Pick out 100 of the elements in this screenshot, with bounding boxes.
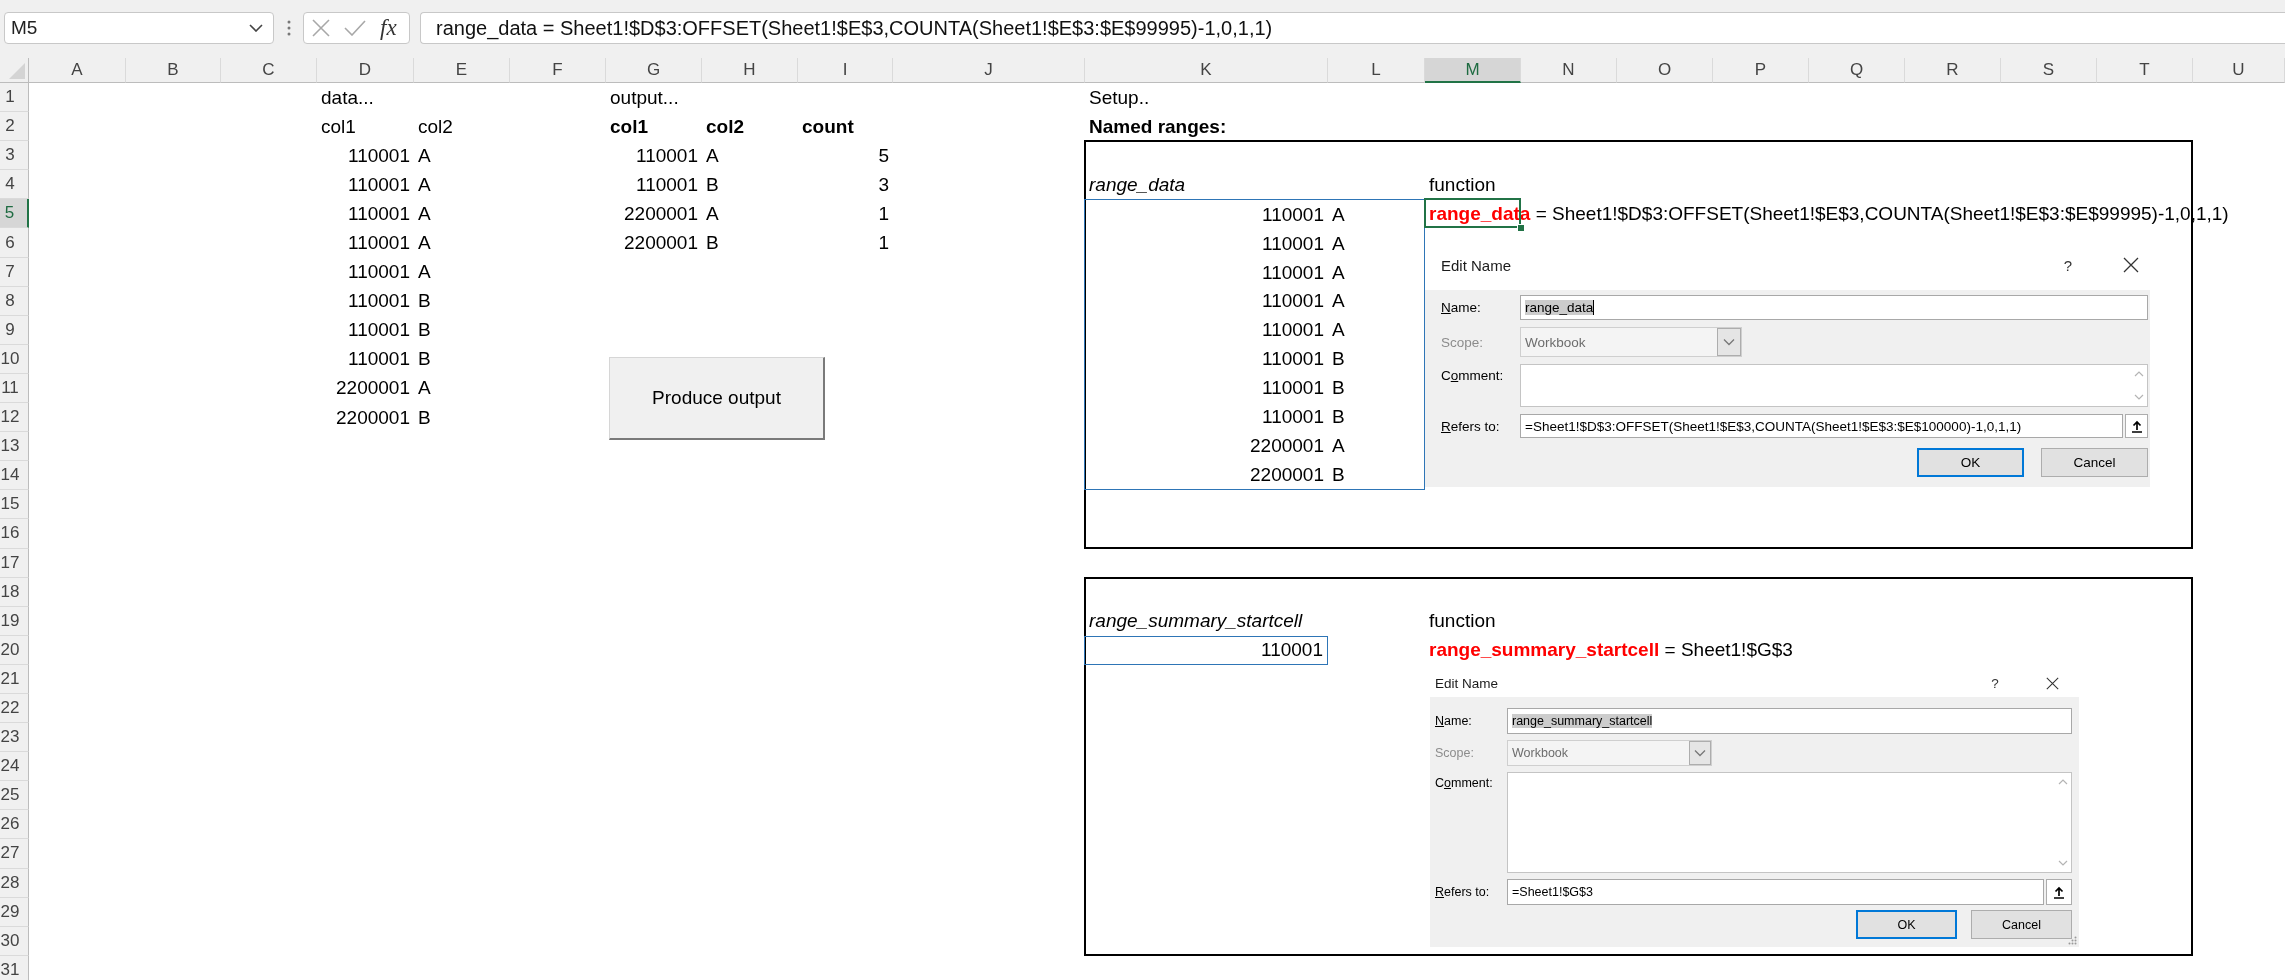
column-header[interactable]: H	[702, 58, 798, 83]
row-header[interactable]: 21	[0, 664, 29, 694]
text-area-field[interactable]	[1507, 772, 2072, 873]
table-cell-text: B	[1331, 463, 1346, 486]
row-header[interactable]: 18	[0, 577, 29, 607]
row-header[interactable]: 16	[0, 519, 29, 549]
section-title: Setup..	[1088, 86, 1151, 109]
column-header[interactable]: A	[29, 58, 126, 83]
row-header[interactable]: 12	[0, 403, 29, 433]
row-header[interactable]: 24	[0, 752, 29, 782]
row-header[interactable]: 13	[0, 432, 29, 462]
row-header[interactable]: 3	[0, 141, 29, 171]
collapse-button[interactable]	[2125, 414, 2148, 438]
row-header[interactable]: 30	[0, 926, 29, 956]
row-header[interactable]: 14	[0, 461, 29, 491]
chevron-up-icon[interactable]	[2058, 779, 2068, 785]
help-button[interactable]: ?	[2056, 256, 2080, 274]
row-header[interactable]: 29	[0, 897, 29, 927]
column-header[interactable]: P	[1713, 58, 1809, 83]
row-header[interactable]: 7	[0, 257, 29, 287]
column-header[interactable]: Q	[1809, 58, 1905, 83]
table-cell-text: 110001	[1261, 290, 1325, 313]
row-header[interactable]: 19	[0, 606, 29, 636]
column-header[interactable]: U	[2193, 58, 2285, 83]
column-header[interactable]: L	[1328, 58, 1425, 83]
fx-button[interactable]: fx	[378, 15, 399, 41]
row-header[interactable]: 15	[0, 490, 29, 520]
row-header[interactable]: 22	[0, 693, 29, 724]
row-header[interactable]: 11	[0, 373, 29, 404]
column-header[interactable]: B	[126, 58, 221, 83]
dialog-button[interactable]: Cancel	[1971, 910, 2072, 939]
text-area-field[interactable]	[1520, 364, 2148, 407]
table-cell-text: A	[1331, 232, 1346, 255]
table-cell-text: 2200001	[1249, 463, 1325, 486]
chevron-down-icon[interactable]	[2058, 860, 2068, 866]
row-header[interactable]: 20	[0, 635, 29, 665]
table-cell-text: 110001	[347, 290, 411, 313]
chevron-up-icon[interactable]	[2134, 371, 2144, 377]
text-field[interactable]: range_summary_startcell	[1507, 708, 2072, 734]
row-header[interactable]: 9	[0, 315, 29, 345]
formula-field[interactable]: range_data = Sheet1!$D$3:OFFSET(Sheet1!$E$3,COUNTA(Sheet1!$E$3:$E$99995)-1,0,1,1)	[420, 12, 2285, 44]
chevron-down-icon[interactable]	[2134, 394, 2144, 400]
range-name-label: range_summary_startcell	[1088, 610, 1304, 633]
column-header[interactable]: K	[1085, 58, 1328, 83]
column-header[interactable]: S	[2001, 58, 2097, 83]
arrow-up-icon	[2053, 885, 2065, 899]
row-header[interactable]: 31	[0, 955, 29, 980]
table-header: col2	[705, 115, 746, 138]
row-header[interactable]: 10	[0, 344, 29, 374]
row-header[interactable]: 26	[0, 810, 29, 840]
row-header[interactable]: 8	[0, 286, 29, 316]
row-header[interactable]: 17	[0, 548, 29, 578]
table-header: col1	[320, 115, 357, 138]
row-header[interactable]: 25	[0, 781, 29, 811]
column-header[interactable]: M	[1425, 58, 1521, 83]
range-name-label: range_data	[1088, 173, 1187, 196]
column-header[interactable]: D	[317, 58, 414, 83]
column-header[interactable]: T	[2097, 58, 2193, 83]
table-cell-text: B	[1331, 377, 1346, 400]
column-header[interactable]: E	[414, 58, 510, 83]
checkmark-icon[interactable]	[344, 20, 366, 36]
row-header[interactable]: 6	[0, 228, 29, 258]
column-header[interactable]: G	[606, 58, 702, 83]
row-header[interactable]: 28	[0, 868, 29, 898]
column-header[interactable]: C	[221, 58, 317, 83]
row-header[interactable]: 1	[0, 83, 29, 113]
name-box[interactable]: M5	[4, 12, 274, 44]
table-cell-text: 110001	[1261, 406, 1325, 429]
reference-field[interactable]: =Sheet1!$G$3	[1507, 879, 2044, 905]
vertical-dots-icon[interactable]	[287, 20, 291, 36]
collapse-button[interactable]	[2046, 879, 2072, 905]
table-cell-text: A	[1331, 261, 1346, 284]
close-icon[interactable]	[2045, 677, 2059, 690]
column-header[interactable]: I	[798, 58, 893, 83]
column-header[interactable]: R	[1905, 58, 2001, 83]
field-label: Comment:	[1441, 367, 1504, 383]
row-header[interactable]: 23	[0, 723, 29, 753]
dialog-button[interactable]: Cancel	[2041, 448, 2148, 477]
row-header[interactable]: 27	[0, 839, 29, 869]
table-header: col2	[417, 115, 454, 138]
column-header[interactable]: J	[893, 58, 1085, 83]
help-button[interactable]: ?	[1983, 676, 2007, 691]
table-cell-text: A	[417, 232, 432, 254]
reference-field[interactable]: =Sheet1!$D$3:OFFSET(Sheet1!$E$3,COUNTA(Sheet1!$E$3:$E$100000)-1,0,1,1)	[1520, 414, 2123, 438]
column-header[interactable]: N	[1521, 58, 1617, 83]
text-field[interactable]: range_data	[1520, 295, 2148, 320]
dialog-button[interactable]: OK	[1856, 910, 1957, 939]
arrow-up-icon	[2130, 419, 2143, 433]
select-all-button[interactable]	[0, 58, 29, 83]
close-icon[interactable]	[2123, 257, 2139, 273]
resize-grip-icon[interactable]	[2068, 936, 2077, 945]
row-header[interactable]: 4	[0, 170, 29, 200]
cross-icon[interactable]	[312, 19, 330, 37]
column-header[interactable]: O	[1617, 58, 1713, 83]
form-button[interactable]: Produce output	[609, 357, 825, 440]
column-header[interactable]: F	[510, 58, 606, 83]
row-header[interactable]: 2	[0, 112, 29, 142]
dialog-button[interactable]: OK	[1917, 448, 2024, 477]
table-cell-text: A	[1331, 203, 1346, 226]
row-header[interactable]: 5	[0, 199, 29, 229]
